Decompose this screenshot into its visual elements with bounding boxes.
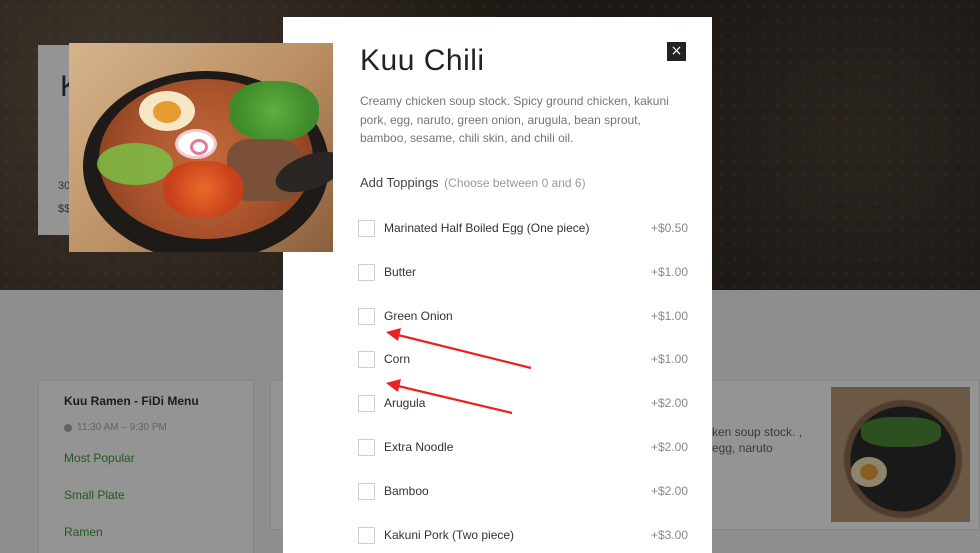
annotation-arrow-green-onion <box>386 328 532 370</box>
annotation-arrows <box>386 328 532 415</box>
annotation-arrow-corn <box>386 379 513 415</box>
